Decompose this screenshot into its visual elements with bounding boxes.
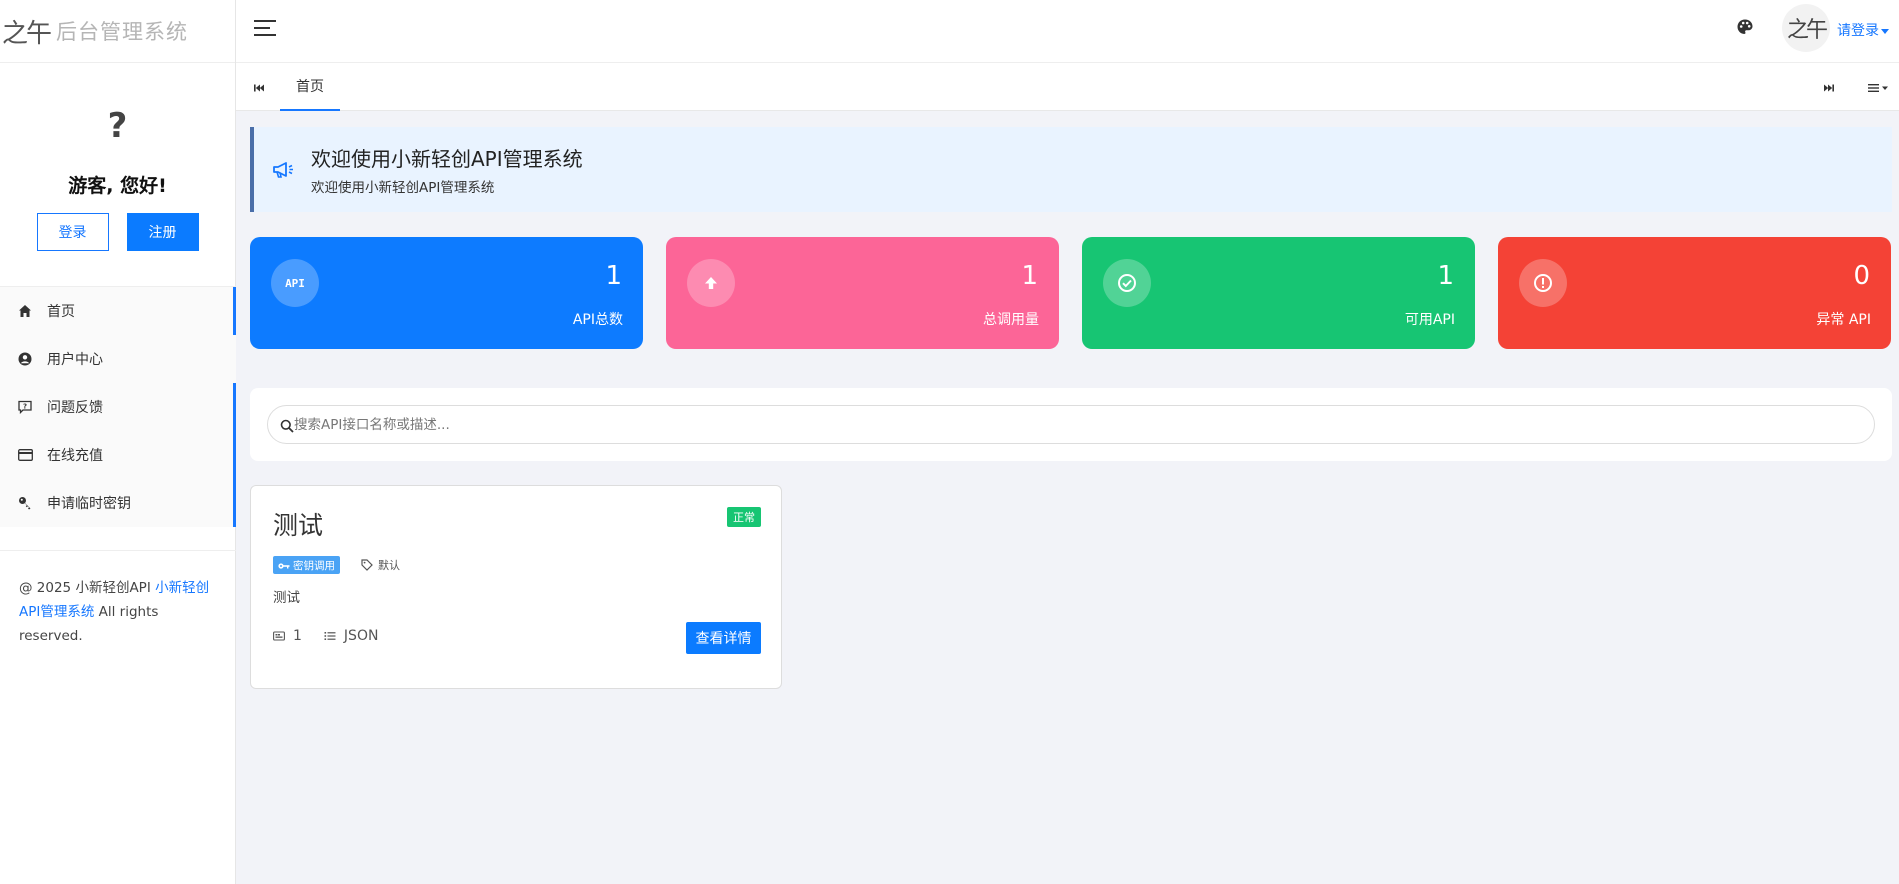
stat-card-available-api[interactable]: 1 可用API xyxy=(1082,237,1475,349)
status-badge: 正常 xyxy=(727,507,761,527)
category-tag: 默认 xyxy=(361,557,400,573)
stat-card-api-total[interactable]: API 1 API总数 xyxy=(250,237,643,349)
top-header: 之午 请登录 xyxy=(236,0,1899,63)
api-meta: 1 JSON xyxy=(273,628,378,644)
feedback-icon: ? xyxy=(17,399,33,415)
palette-icon[interactable] xyxy=(1736,18,1754,36)
home-icon xyxy=(17,303,33,319)
search-icon xyxy=(280,418,294,433)
stat-value: 1 xyxy=(1437,261,1454,291)
tab-home[interactable]: 首页 xyxy=(280,63,340,111)
alert-circle-icon xyxy=(1519,259,1567,307)
key-icon xyxy=(278,561,290,569)
brand-title: 后台管理系统 xyxy=(56,20,189,44)
sidebar-nav: 首页 用户中心 ? 问题反馈 在线充值 申请临时密钥 xyxy=(0,286,236,527)
guest-greeting: 游客, 您好! xyxy=(68,175,167,197)
stat-card-abnormal-api[interactable]: 0 异常 API xyxy=(1498,237,1891,349)
notice-subtitle: 欢迎使用小新轻创API管理系统 xyxy=(311,180,495,196)
stat-value: 1 xyxy=(1021,261,1038,291)
footer-prefix: @ 2025 小新轻创API xyxy=(19,580,156,596)
guest-panel: ? 游客, 您好! 登录 注册 xyxy=(0,63,235,251)
stat-label: API总数 xyxy=(572,312,623,328)
counter-icon xyxy=(273,630,285,642)
tag-icon xyxy=(361,559,373,571)
login-dropdown[interactable]: 请登录 xyxy=(1837,20,1889,40)
search-box xyxy=(267,405,1875,444)
credit-card-icon xyxy=(17,447,33,463)
stat-card-total-calls[interactable]: 1 总调用量 xyxy=(666,237,1059,349)
auth-tag-label: 密钥调用 xyxy=(293,559,335,572)
stat-value: 0 xyxy=(1853,261,1870,291)
tabs-bar: 首页 xyxy=(236,63,1899,111)
sidebar-item-home[interactable]: 首页 xyxy=(0,287,236,335)
brand[interactable]: 之午 后台管理系统 xyxy=(0,0,235,63)
sidebar-item-label: 申请临时密钥 xyxy=(47,496,131,512)
sidebar-item-temp-key[interactable]: 申请临时密钥 xyxy=(0,479,236,527)
notice-title: 欢迎使用小新轻创API管理系统 xyxy=(311,147,583,171)
brand-logo: 之午 xyxy=(2,18,52,49)
arrow-up-icon xyxy=(687,259,735,307)
sidebar-item-label: 首页 xyxy=(47,304,75,320)
key-icon xyxy=(17,495,33,511)
sidebar-footer: @ 2025 小新轻创API 小新轻创API管理系统 All rights re… xyxy=(0,550,236,648)
caret-down-icon xyxy=(1881,28,1889,34)
megaphone-icon xyxy=(272,160,294,180)
search-card xyxy=(250,388,1892,461)
auth-tag: 密钥调用 xyxy=(273,556,340,574)
sidebar: 之午 后台管理系统 ? 游客, 您好! 登录 注册 首页 用户中心 ? 问题反馈 xyxy=(0,0,236,884)
stat-label: 总调用量 xyxy=(983,312,1039,328)
list-icon xyxy=(324,630,336,642)
stat-label: 异常 API xyxy=(1816,312,1871,328)
sidebar-item-recharge[interactable]: 在线充值 xyxy=(0,431,236,479)
api-format: JSON xyxy=(343,628,379,644)
api-count: 1 xyxy=(293,628,302,644)
guest-avatar-icon: ? xyxy=(107,106,128,146)
sidebar-item-label: 问题反馈 xyxy=(47,400,103,416)
sidebar-item-feedback[interactable]: ? 问题反馈 xyxy=(0,383,236,431)
search-input[interactable] xyxy=(294,406,1854,443)
stat-label: 可用API xyxy=(1404,312,1455,328)
api-icon: API xyxy=(271,259,319,307)
sidebar-item-user-center[interactable]: 用户中心 xyxy=(0,335,236,383)
welcome-notice: 欢迎使用小新轻创API管理系统 欢迎使用小新轻创API管理系统 xyxy=(250,127,1892,212)
api-title: 测试 xyxy=(273,511,324,540)
svg-text:?: ? xyxy=(23,403,27,411)
check-circle-icon xyxy=(1103,259,1151,307)
category-label: 默认 xyxy=(378,559,400,572)
user-circle-icon xyxy=(17,351,33,367)
view-details-button[interactable]: 查看详情 xyxy=(686,622,761,654)
register-button[interactable]: 注册 xyxy=(126,213,199,251)
stat-value: 1 xyxy=(605,261,622,291)
tab-options-icon[interactable] xyxy=(1866,80,1892,94)
sidebar-item-label: 用户中心 xyxy=(47,352,103,368)
login-button[interactable]: 登录 xyxy=(36,213,109,251)
menu-toggle-icon[interactable] xyxy=(254,20,276,38)
avatar[interactable]: 之午 xyxy=(1782,4,1830,52)
api-card: 测试 正常 密钥调用 默认 测试 1 JSON 查看详情 xyxy=(250,485,782,689)
sidebar-item-label: 在线充值 xyxy=(47,448,103,464)
tab-scroll-right-icon[interactable] xyxy=(1822,80,1836,94)
api-description: 测试 xyxy=(273,590,300,606)
login-dropdown-label: 请登录 xyxy=(1837,23,1879,39)
tab-scroll-left-icon[interactable] xyxy=(252,80,266,94)
